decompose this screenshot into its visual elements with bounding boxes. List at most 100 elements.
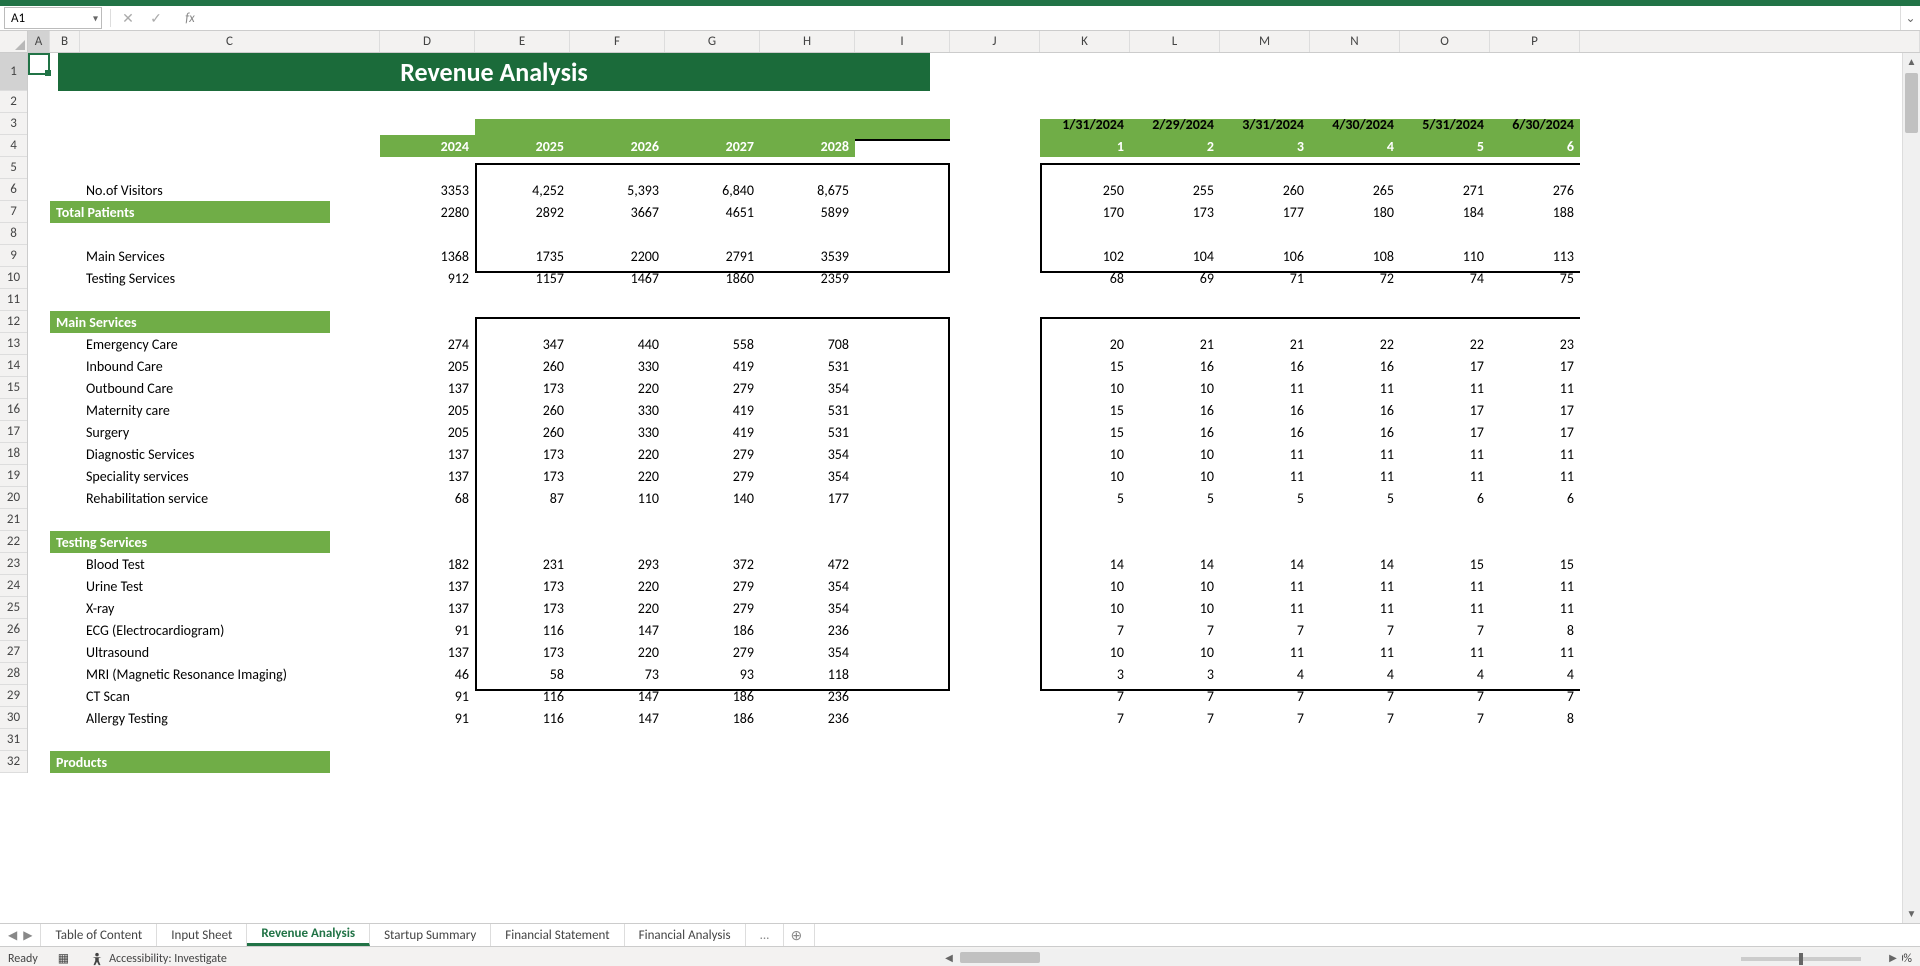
cell[interactable]: 279: [665, 641, 760, 663]
row-header[interactable]: 17: [0, 421, 27, 443]
cell[interactable]: 271: [1400, 179, 1490, 201]
row-header[interactable]: 25: [0, 597, 27, 619]
select-all-button[interactable]: [0, 31, 28, 53]
cell[interactable]: 472: [760, 553, 855, 575]
name-box[interactable]: A1 ▾: [4, 7, 102, 29]
cell[interactable]: 3/31/2024: [1220, 113, 1310, 135]
row-header[interactable]: 20: [0, 487, 27, 509]
cell[interactable]: 11: [1310, 641, 1400, 663]
section-header[interactable]: Testing Services: [50, 531, 330, 553]
cell[interactable]: 2024: [380, 135, 475, 157]
cell[interactable]: 74: [1400, 267, 1490, 289]
cell[interactable]: 11: [1220, 641, 1310, 663]
cell[interactable]: 10: [1130, 575, 1220, 597]
row-header[interactable]: 18: [0, 443, 27, 465]
tab-prev-icon[interactable]: ◀: [8, 928, 17, 943]
row-header[interactable]: 14: [0, 355, 27, 377]
cell[interactable]: 6: [1400, 487, 1490, 509]
row-header[interactable]: 11: [0, 289, 27, 311]
cell[interactable]: 260: [475, 421, 570, 443]
row-header[interactable]: 9: [0, 245, 27, 267]
cell[interactable]: 116: [475, 707, 570, 729]
cell[interactable]: 354: [760, 465, 855, 487]
cell[interactable]: 5: [1040, 487, 1130, 509]
row-header[interactable]: 28: [0, 663, 27, 685]
tab-next-icon[interactable]: ▶: [23, 928, 32, 943]
column-header[interactable]: E: [475, 31, 570, 52]
cell[interactable]: 354: [760, 597, 855, 619]
cell[interactable]: 531: [760, 421, 855, 443]
sheet-tab[interactable]: Revenue Analysis: [247, 924, 370, 946]
cell[interactable]: 72: [1310, 267, 1400, 289]
scroll-up-icon[interactable]: ▲: [1903, 53, 1920, 71]
cell[interactable]: 279: [665, 465, 760, 487]
cell[interactable]: 173: [1130, 201, 1220, 223]
cell[interactable]: 236: [760, 685, 855, 707]
cell[interactable]: 137: [380, 641, 475, 663]
cell[interactable]: 93: [665, 663, 760, 685]
cell[interactable]: 177: [760, 487, 855, 509]
cell[interactable]: Speciality services: [80, 465, 380, 487]
row-header[interactable]: 32: [0, 751, 27, 773]
cell[interactable]: 7: [1040, 685, 1130, 707]
cell[interactable]: 11: [1490, 641, 1580, 663]
sheet-tab[interactable]: Financial Analysis: [625, 924, 746, 946]
cell[interactable]: 5: [1220, 487, 1310, 509]
cell[interactable]: 17: [1490, 355, 1580, 377]
cell[interactable]: 23: [1490, 333, 1580, 355]
cell[interactable]: 10: [1130, 377, 1220, 399]
cell[interactable]: 3: [1130, 663, 1220, 685]
scroll-down-icon[interactable]: ▼: [1903, 905, 1920, 923]
cell[interactable]: 15: [1040, 355, 1130, 377]
cell[interactable]: 2791: [665, 245, 760, 267]
cell[interactable]: 137: [380, 465, 475, 487]
sheet-tab[interactable]: Table of Content: [41, 924, 157, 946]
row-header[interactable]: 5: [0, 157, 27, 179]
cell[interactable]: 2280: [380, 201, 475, 223]
cell[interactable]: 1860: [665, 267, 760, 289]
cell[interactable]: 147: [570, 707, 665, 729]
cell[interactable]: 173: [475, 465, 570, 487]
cell[interactable]: X-ray: [80, 597, 380, 619]
cell[interactable]: 7: [1130, 707, 1220, 729]
cell[interactable]: 4: [1220, 663, 1310, 685]
cell[interactable]: Diagnostic Services: [80, 443, 380, 465]
cell[interactable]: 173: [475, 377, 570, 399]
cell[interactable]: 11: [1220, 443, 1310, 465]
cell[interactable]: 11: [1400, 641, 1490, 663]
cell[interactable]: 21: [1130, 333, 1220, 355]
column-header[interactable]: G: [665, 31, 760, 52]
cell[interactable]: 293: [570, 553, 665, 575]
scroll-thumb[interactable]: [1905, 73, 1918, 133]
column-header[interactable]: I: [855, 31, 950, 52]
row-header[interactable]: 12: [0, 311, 27, 333]
cell[interactable]: 7: [1220, 685, 1310, 707]
cell[interactable]: 1157: [475, 267, 570, 289]
cell[interactable]: Inbound Care: [80, 355, 380, 377]
cell[interactable]: Blood Test: [80, 553, 380, 575]
row-header[interactable]: 23: [0, 553, 27, 575]
cell[interactable]: 236: [760, 619, 855, 641]
formula-expand-icon[interactable]: ⌄: [1900, 6, 1920, 30]
cell[interactable]: 220: [570, 465, 665, 487]
cell[interactable]: 330: [570, 355, 665, 377]
cell[interactable]: 16: [1130, 399, 1220, 421]
cell[interactable]: 186: [665, 707, 760, 729]
cell[interactable]: No.of Visitors: [80, 179, 380, 201]
cell[interactable]: 22: [1400, 333, 1490, 355]
cell[interactable]: 1735: [475, 245, 570, 267]
cell[interactable]: 91: [380, 707, 475, 729]
cell[interactable]: 912: [380, 267, 475, 289]
cell[interactable]: 1368: [380, 245, 475, 267]
cell[interactable]: 11: [1400, 465, 1490, 487]
cell[interactable]: 102: [1040, 245, 1130, 267]
cell[interactable]: 10: [1040, 597, 1130, 619]
cell[interactable]: 531: [760, 355, 855, 377]
cell[interactable]: 4: [1400, 663, 1490, 685]
cell[interactable]: 16: [1220, 355, 1310, 377]
row-header[interactable]: 15: [0, 377, 27, 399]
row-header[interactable]: 3: [0, 113, 27, 135]
cell[interactable]: 7: [1490, 685, 1580, 707]
cell[interactable]: MRI (Magnetic Resonance Imaging): [80, 663, 380, 685]
cell[interactable]: 110: [1400, 245, 1490, 267]
